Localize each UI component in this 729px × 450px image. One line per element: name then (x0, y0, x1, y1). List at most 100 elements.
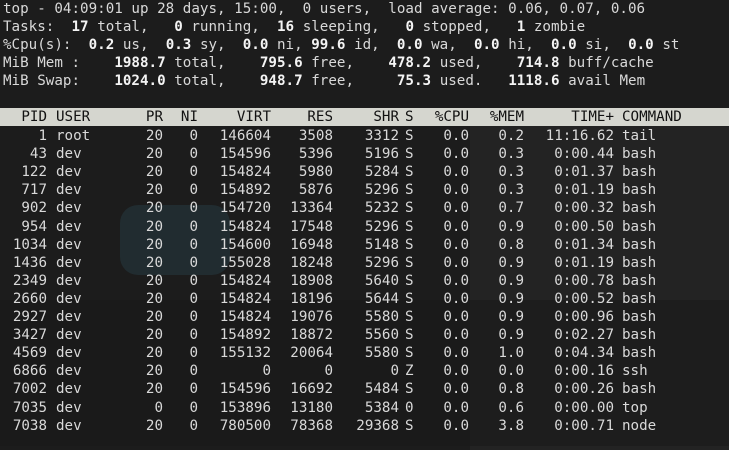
cell-virt: 0 (262, 363, 271, 380)
col-pr: PR (145, 109, 163, 125)
cell-res: 13180 (290, 399, 333, 416)
cell-state: S (405, 200, 414, 217)
cell-res: 5876 (298, 182, 333, 199)
process-row[interactable]: 1436 dev 20 0 155028 18248 5296 S 0.0 0.9 0:01.19 b… (0, 254, 729, 272)
process-row[interactable]: 7035 dev 0 0 153896 13180 5384 0 0.0 0.6 0:00.00 to… (0, 399, 729, 417)
cell-cpu: 0.0 (443, 417, 469, 434)
cell-command: tail (622, 128, 657, 144)
cell-time: 0:04.34 (554, 345, 614, 362)
cell-user: dev (56, 272, 82, 289)
process-row[interactable]: 2927 dev 20 0 154824 19076 5580 S 0.0 0.9 0:00.96 b… (0, 308, 729, 326)
cell-ni: 0 (189, 128, 198, 144)
cell-res: 16948 (290, 236, 333, 253)
cell-shr: 5644 (364, 290, 399, 307)
cell-ni: 0 (189, 218, 198, 235)
cell-time: 0:01.19 (554, 182, 614, 199)
cell-cpu: 0.0 (443, 327, 469, 344)
cell-shr: 5296 (364, 218, 399, 235)
process-row[interactable]: 4569 dev 20 0 155132 20064 5580 S 0.0 1.0 0:04.34 b… (0, 344, 729, 362)
process-row[interactable]: 43 dev 20 0 154596 5396 5196 S 0.0 0.3 0:00.44 bash (0, 145, 729, 163)
cell-cpu: 0.0 (443, 254, 469, 271)
cell-state: S (405, 128, 414, 144)
process-row[interactable]: 902 dev 20 0 154720 13364 5232 S 0.0 0.7 0:00.32 ba… (0, 199, 729, 217)
cell-state: S (405, 272, 414, 289)
cell-user: dev (56, 182, 82, 199)
cell-res: 13364 (290, 200, 333, 217)
cell-state: S (405, 381, 414, 398)
terminal-window[interactable]: top - 04:09:01 up 28 days, 15:00, 0 user… (0, 0, 729, 446)
cell-res: 18872 (290, 327, 333, 344)
cell-pr: 20 (145, 146, 163, 163)
cell-command: top (622, 399, 648, 416)
cell-pr: 20 (145, 327, 163, 344)
cell-user: dev (56, 345, 82, 362)
cell-time: 0:00.52 (554, 290, 614, 307)
process-row[interactable]: 2660 dev 20 0 154824 18196 5644 S 0.0 0.9 0:00.52 b… (0, 290, 729, 308)
process-row[interactable]: 717 dev 20 0 154892 5876 5296 S 0.0 0.3 0:01.19 bas… (0, 181, 729, 199)
cell-user: dev (56, 327, 82, 344)
cell-shr: 5232 (364, 200, 399, 217)
cell-time: 0:00.96 (554, 309, 614, 325)
process-row[interactable]: 7002 dev 20 0 154596 16692 5484 S 0.0 0.8 0:00.26 b… (0, 380, 729, 398)
process-row[interactable]: 7038 dev 20 0 780500 78368 29368 S 0.0 3.8 0:00.71… (0, 417, 729, 435)
cell-virt: 153896 (219, 399, 271, 416)
cell-ni: 0 (189, 417, 198, 434)
cell-shr: 5484 (364, 381, 399, 398)
cell-pid: 2927 (12, 309, 47, 325)
cell-shr: 5148 (364, 236, 399, 253)
process-row[interactable]: 954 dev 20 0 154824 17548 5296 S 0.0 0.9 0:00.50 ba… (0, 218, 729, 236)
cell-command: bash (622, 290, 657, 307)
cell-pid: 122 (21, 164, 47, 181)
tasks-line: Tasks: 17 total, 0 running, 16 sleeping,… (3, 19, 586, 35)
cell-user: dev (56, 290, 82, 307)
cell-state: S (405, 218, 414, 235)
cell-res: 19076 (290, 309, 333, 325)
cell-mem: 0.8 (498, 236, 524, 253)
process-row[interactable]: 2349 dev 20 0 154824 18908 5640 S 0.0 0.9 0:00.78 b… (0, 272, 729, 290)
cell-state: S (405, 327, 414, 344)
process-row[interactable]: 122 dev 20 0 154824 5980 5284 S 0.0 0.3 0:01.37 bas… (0, 163, 729, 181)
cell-user: dev (56, 363, 82, 380)
cell-virt: 780500 (219, 417, 271, 434)
cell-pr: 20 (145, 363, 163, 380)
cell-shr: 29368 (356, 417, 399, 434)
cell-user: dev (56, 381, 82, 398)
cell-ni: 0 (189, 309, 198, 325)
cell-user: dev (56, 236, 82, 253)
cell-virt: 154596 (219, 146, 271, 163)
cell-pid: 2349 (12, 272, 47, 289)
cell-virt: 155132 (219, 345, 271, 362)
cell-cpu: 0.0 (443, 272, 469, 289)
cell-time: 11:16.62 (545, 128, 614, 144)
cell-time: 0:00.26 (554, 381, 614, 398)
col-command: COMMAND (622, 109, 682, 125)
col-cpu: %CPU (434, 109, 469, 125)
cell-pid: 4569 (12, 345, 47, 362)
cell-res: 5980 (298, 164, 333, 181)
cell-command: bash (622, 345, 657, 362)
cell-virt: 146604 (219, 128, 271, 144)
process-row[interactable]: 1 root 20 0 146604 3508 3312 S 0.0 0.2 11:16.62 tai… (0, 127, 729, 145)
cell-res: 0 (324, 363, 333, 380)
col-shr: SHR (373, 109, 399, 125)
process-row[interactable]: 6866 dev 20 0 0 0 0 Z 0.0 0.0 0:00.16 ssh (0, 362, 729, 380)
cell-ni: 0 (189, 327, 198, 344)
cell-shr: 5196 (364, 146, 399, 163)
process-row[interactable]: 1034 dev 20 0 154600 16948 5148 S 0.0 0.8 0:01.34 b… (0, 236, 729, 254)
cell-state: S (405, 290, 414, 307)
cell-ni: 0 (189, 200, 198, 217)
cell-mem: 0.7 (498, 200, 524, 217)
cell-user: dev (56, 218, 82, 235)
cell-ni: 0 (189, 254, 198, 271)
cell-mem: 0.3 (498, 146, 524, 163)
cell-virt: 154824 (219, 218, 271, 235)
cell-mem: 0.9 (498, 272, 524, 289)
cell-virt: 154596 (219, 381, 271, 398)
cpu-line: %Cpu(s): 0.2 us, 0.3 sy, 0.0 ni, 99.6 id… (3, 37, 680, 53)
cell-state: S (405, 417, 414, 434)
cell-cpu: 0.0 (443, 290, 469, 307)
process-row[interactable]: 3427 dev 20 0 154892 18872 5560 S 0.0 0.9 0:02.27 b… (0, 326, 729, 344)
cell-user: dev (56, 146, 82, 163)
cell-virt: 154824 (219, 309, 271, 325)
cell-command: bash (622, 381, 657, 398)
